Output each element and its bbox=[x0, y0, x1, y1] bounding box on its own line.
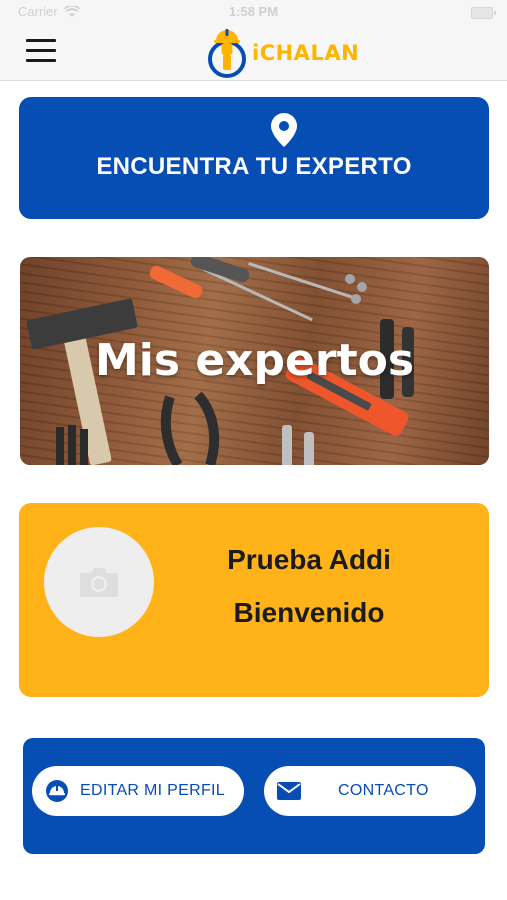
hamburger-menu-icon[interactable] bbox=[26, 39, 56, 65]
camera-icon bbox=[80, 568, 118, 597]
logo-text: iCHALAN bbox=[252, 41, 360, 65]
app-logo: iCHALAN bbox=[206, 26, 359, 80]
actions-panel: EDITAR MI PERFIL CONTACTO bbox=[23, 738, 485, 854]
my-experts-card[interactable]: Mis expertos bbox=[20, 257, 489, 465]
battery-icon bbox=[471, 7, 496, 19]
status-bar: Carrier 1:58 PM bbox=[0, 0, 507, 26]
find-expert-button[interactable]: ENCUENTRA TU EXPERTO bbox=[19, 97, 489, 219]
edit-profile-label: EDITAR MI PERFIL bbox=[80, 782, 225, 799]
contact-button[interactable]: CONTACTO bbox=[264, 766, 476, 816]
envelope-icon bbox=[277, 782, 301, 800]
location-pin-icon bbox=[271, 113, 297, 147]
app-header: iCHALAN bbox=[0, 26, 507, 81]
profile-name: Prueba Addi bbox=[227, 544, 391, 575]
find-expert-label: ENCUENTRA TU EXPERTO bbox=[96, 153, 412, 180]
profile-greeting: Bienvenido bbox=[233, 597, 385, 628]
my-experts-title: Mis expertos bbox=[94, 335, 415, 386]
profile-card: Prueba Addi Bienvenido bbox=[19, 503, 489, 697]
worker-helmet-logo bbox=[208, 29, 246, 78]
avatar[interactable] bbox=[44, 527, 154, 637]
status-time: 1:58 PM bbox=[228, 4, 279, 19]
edit-profile-button[interactable]: EDITAR MI PERFIL bbox=[32, 766, 244, 816]
contact-label: CONTACTO bbox=[338, 782, 429, 799]
helmet-icon bbox=[46, 780, 68, 802]
